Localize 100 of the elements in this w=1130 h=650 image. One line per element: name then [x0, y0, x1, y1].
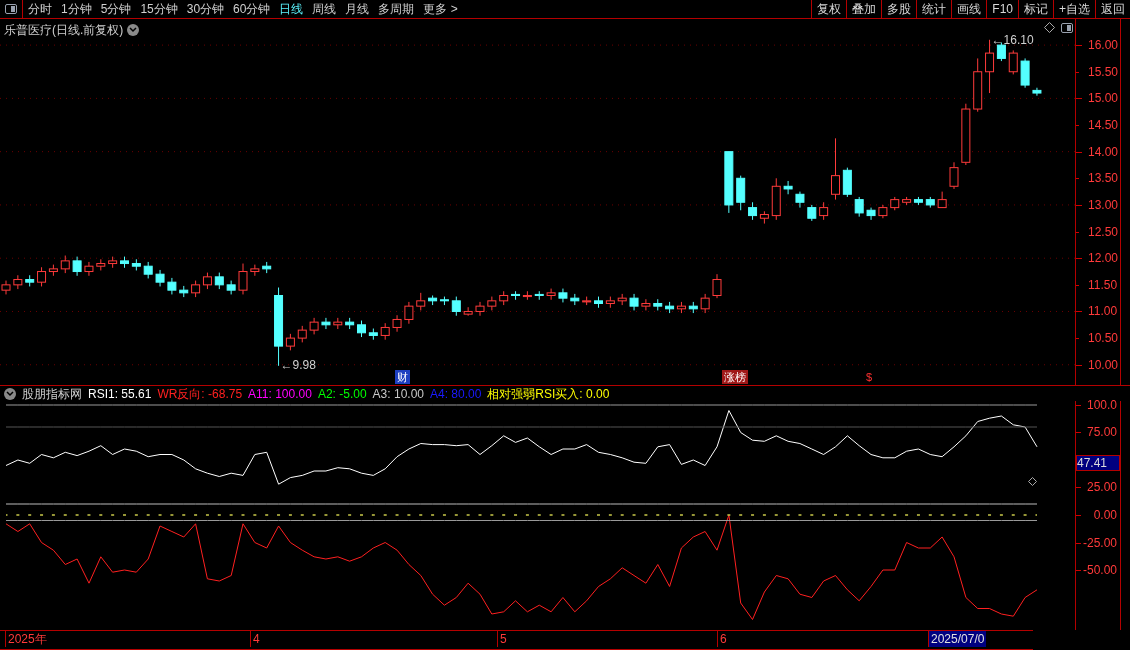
- candlestick: [783, 180, 793, 195]
- date-label: 6: [717, 631, 727, 647]
- period-tab[interactable]: 1分钟: [61, 0, 92, 18]
- candlestick: [84, 261, 94, 277]
- candlestick: [842, 167, 852, 198]
- candlestick: [641, 298, 651, 311]
- candlestick: [37, 266, 47, 287]
- axis-label: -25.00: [1082, 536, 1117, 549]
- axis-label: 16.00: [1088, 38, 1119, 52]
- axis-label: 12.00: [1088, 251, 1119, 265]
- axis-label: 0.00: [1093, 508, 1117, 522]
- axis-tick: [1076, 284, 1079, 286]
- low-price-label: ←9.98: [280, 357, 316, 372]
- toolbar-button[interactable]: 叠加: [846, 0, 882, 18]
- axis-tick: [1076, 542, 1081, 544]
- period-tab[interactable]: 周线: [312, 0, 337, 18]
- candlestick: [546, 288, 556, 301]
- toolbar-button[interactable]: 返回: [1095, 0, 1130, 18]
- chart-marker[interactable]: 财: [395, 370, 410, 384]
- axis-tick: [1076, 311, 1082, 313]
- axis-label: 75.00: [1086, 425, 1117, 439]
- period-tab[interactable]: 30分钟: [186, 0, 225, 18]
- period-tab[interactable]: 更多 >: [423, 0, 458, 18]
- candlestick: [712, 273, 722, 299]
- period-tab[interactable]: 5分钟: [100, 0, 132, 18]
- date-label: 2025/07/0: [928, 631, 987, 647]
- period-tab[interactable]: 日线: [279, 0, 304, 18]
- axis-label: 14.50: [1088, 118, 1119, 132]
- candlestick: [1008, 49, 1018, 75]
- candlestick: [866, 207, 876, 221]
- candlestick: [949, 161, 959, 190]
- panel-toggle-icon: [5, 4, 17, 14]
- high-price-label: ←16.10: [991, 32, 1034, 47]
- axis-tick: [1076, 178, 1079, 180]
- candlestick: [404, 301, 414, 325]
- axis-label: 10.50: [1088, 331, 1119, 345]
- period-tab[interactable]: 15分钟: [140, 0, 178, 18]
- axis-label: 15.00: [1088, 91, 1119, 105]
- axis-tick: [1076, 98, 1082, 100]
- candlestick: [13, 274, 23, 290]
- axis-tick: [1076, 570, 1081, 571]
- axis-label: 10.00: [1088, 358, 1119, 372]
- toolbar-button[interactable]: 标记: [1018, 0, 1053, 18]
- candlestick: [700, 293, 710, 314]
- axis-label: 11.00: [1088, 304, 1118, 318]
- diamond-icon[interactable]: [1028, 477, 1037, 486]
- period-tab[interactable]: 多周期: [378, 0, 415, 18]
- axis-label: -50.00: [1082, 563, 1117, 577]
- toolbar-button[interactable]: 画线: [951, 0, 987, 18]
- candlestick: [1032, 87, 1042, 97]
- date-label: 2025年: [5, 631, 47, 647]
- legend-value: A2: -5.00: [317, 385, 367, 403]
- chevron-icon[interactable]: [127, 24, 140, 36]
- axis-label: 14.00: [1088, 145, 1119, 159]
- legend-value: RSI1: 55.61: [88, 385, 152, 403]
- axis-tick: [1076, 45, 1082, 47]
- candlestick: [250, 264, 260, 277]
- toolbar-button[interactable]: 统计: [916, 0, 952, 18]
- axis-tick: [1076, 515, 1081, 516]
- diamond-icon[interactable]: [1044, 22, 1055, 33]
- candlestick: [72, 256, 82, 277]
- axis-tick: [1076, 404, 1081, 406]
- axis-tick: [1076, 71, 1079, 73]
- candlestick: [831, 137, 840, 201]
- candlestick: [1020, 57, 1030, 89]
- axis-tick: [1076, 231, 1079, 233]
- toolbar-button[interactable]: +自选: [1053, 0, 1095, 18]
- toolbar-button[interactable]: F10: [986, 0, 1018, 18]
- legend-value: A4: 80.00: [430, 385, 482, 403]
- chart-marker[interactable]: $: [864, 370, 875, 384]
- candlestick: [392, 314, 402, 333]
- axis-tick: [1076, 151, 1082, 153]
- candlestick: [985, 39, 995, 94]
- axis-tick: [1076, 487, 1081, 489]
- axis-tick: [1076, 338, 1079, 340]
- axis-label: 11.50: [1088, 278, 1118, 292]
- panel-toggle-icon[interactable]: [1061, 22, 1073, 33]
- period-tab[interactable]: 月线: [345, 0, 370, 18]
- chart-title: 乐普医疗(日线.前复权): [4, 22, 124, 39]
- axis-tick: [1076, 364, 1082, 366]
- legend-value: A3: 10.00: [372, 385, 424, 403]
- chart-marker[interactable]: 涨榜: [722, 370, 748, 384]
- candlestick: [238, 263, 248, 295]
- axis-tick: [1076, 125, 1079, 126]
- date-label: 4: [250, 631, 260, 647]
- axis-tick: [1076, 258, 1082, 260]
- legend-value: WR反向: -68.75: [157, 385, 243, 403]
- chevron-icon[interactable]: [4, 387, 16, 400]
- axis-tick: [1076, 432, 1081, 434]
- axis-label: 100.0: [1086, 398, 1117, 412]
- candlestick: [321, 317, 331, 330]
- axis-label: 15.50: [1088, 65, 1119, 79]
- axis-tick: [1076, 204, 1082, 206]
- period-tab[interactable]: 分时: [28, 0, 52, 18]
- candlestick: [475, 301, 485, 317]
- candlestick: [451, 296, 461, 317]
- period-tab[interactable]: 60分钟: [233, 0, 271, 18]
- legend-value: 相对强弱RSI买入: 0.00: [487, 385, 610, 403]
- toolbar-button[interactable]: 多股: [881, 0, 917, 18]
- toolbar-button[interactable]: 复权: [811, 0, 847, 18]
